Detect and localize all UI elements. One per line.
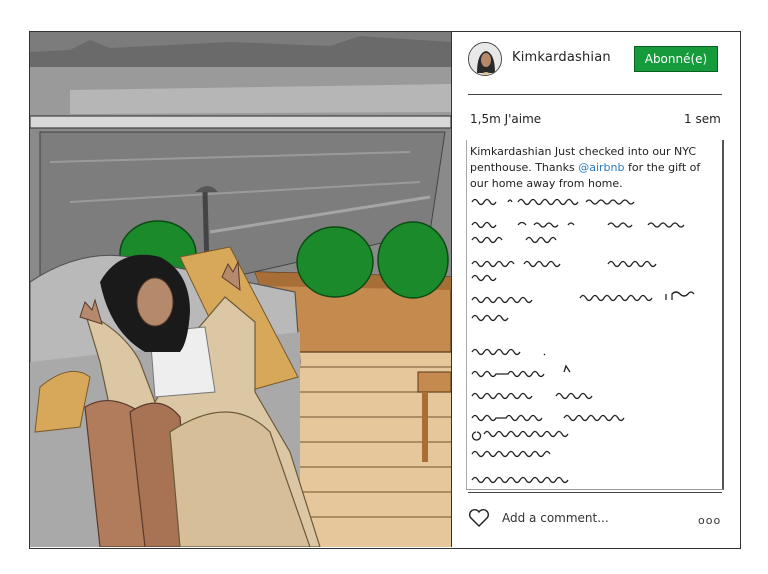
comment-scribble [471,430,569,441]
comment-scribble [471,198,635,206]
comment-scribble [471,392,593,400]
comment-scribble [471,236,557,244]
comment-scribble [471,291,695,304]
avatar-illustration [469,43,501,75]
divider-bottom [468,492,722,493]
comment-scribble [471,348,546,356]
username[interactable]: Kimkardashian [512,50,611,65]
placeholder-comments [471,198,695,484]
caption: Kimkardashian Just checked into our NYC … [470,144,718,192]
post-side-panel: Kimkardashian Abonné(e) 1,5m J'aime 1 se… [452,32,740,547]
comment-scribble [471,221,685,229]
caption-username[interactable]: Kimkardashian [470,145,551,158]
divider [468,94,722,95]
comment-scribble [471,314,509,322]
post-photo[interactable] [30,32,452,547]
comment-scribble [471,476,569,484]
likes-count[interactable]: 1,5m J'aime [470,112,541,126]
comment-scribble [471,414,625,422]
more-options-icon[interactable]: ooo [698,514,721,527]
follow-button[interactable]: Abonné(e) [634,46,718,72]
comment-scribble [471,260,657,282]
heart-icon[interactable] [468,508,490,528]
comment-input[interactable]: Add a comment... [502,511,609,525]
mention-link[interactable]: @airbnb [578,161,624,174]
avatar[interactable] [468,42,502,76]
comment-scribble [471,450,551,458]
post-time: 1 sem [684,112,721,126]
post-illustration [30,32,451,547]
comment-scribble [471,364,571,378]
